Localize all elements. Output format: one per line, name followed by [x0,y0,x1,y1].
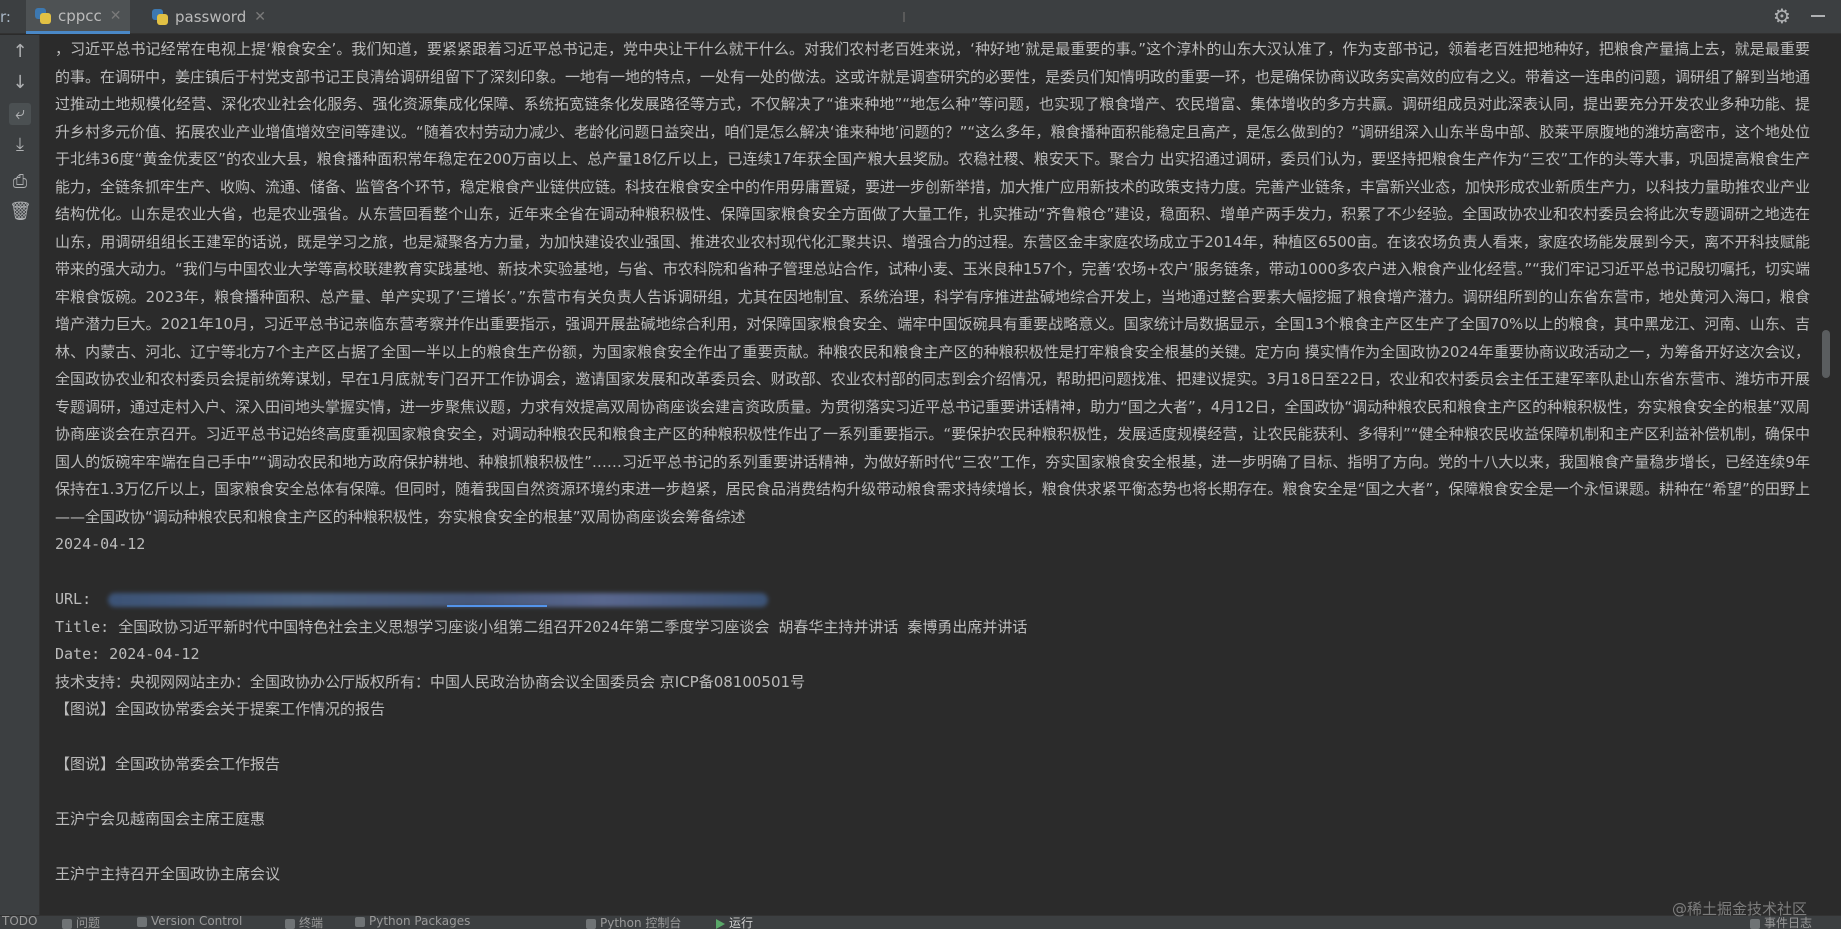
article-text: ，习近平总书记经常在电视上提‘粮食安全’。我们知道，要紧紧跟着习近平总书记走，党… [55,40,1810,526]
article-date: 2024-04-12 [55,535,146,553]
list-item: 【图说】全国政协常委会工作报告 [55,755,281,773]
packages-icon [355,916,365,927]
tab-label: password [175,8,247,26]
gear-icon[interactable]: ⚙ [1773,5,1795,27]
watermark: @稀土掘金技术社区 [1672,900,1808,918]
problems-icon [62,918,72,929]
close-icon[interactable]: ✕ [110,8,122,24]
date-line: Date: 2024-04-12 [55,645,200,663]
run-tab[interactable]: 运行 [716,916,753,929]
list-item: 王沪宁会见越南国会主席王庭惠 [55,810,266,828]
python-file-icon [34,7,52,25]
tab-cppcc[interactable]: cppcc ✕ [26,0,130,34]
run-label: r: [0,8,11,26]
tab-divider [903,12,905,22]
scroll-to-end-icon[interactable]: ⤓ [9,134,31,156]
editor-tab-bar: r: cppcc ✕ password ✕ ⚙ [0,0,1841,34]
console-icon [586,918,596,929]
support-line: 技术支持：央视网网站主办：全国政协办公厅版权所有：中国人民政治协商会议全国委员会… [55,672,806,691]
tool-window-bar: TODO 问题 Version Control 终端 Python Packag… [0,915,1841,929]
terminal-icon [285,918,295,929]
todo-tab[interactable]: TODO [2,916,37,928]
url-link-blurred[interactable] [108,592,769,607]
url-underline [447,605,547,607]
title-line: Title: 全国政协习近平新时代中国特色社会主义思想学习座谈小组第二组召开20… [55,617,1028,636]
tab-label: cppcc [58,6,102,25]
soft-wrap-icon[interactable]: ⤶ [9,103,31,125]
minimize-icon[interactable] [1811,15,1825,17]
console-output: ，习近平总书记经常在电视上提‘粮食安全’。我们知道，要紧紧跟着习近平总书记走，党… [55,36,1810,912]
url-label: URL: [55,590,92,608]
run-icon [716,918,725,929]
problems-tab[interactable]: 问题 [62,916,100,929]
trash-icon[interactable]: 🗑 [9,201,32,223]
version-control-tab[interactable]: Version Control [137,916,242,928]
list-item: 王沪宁主持召开全国政协主席会议 [55,865,281,883]
print-icon[interactable]: ⎙ [9,171,31,193]
branch-icon [137,916,147,927]
terminal-tab[interactable]: 终端 [285,916,323,929]
python-file-icon [151,8,169,26]
arrow-down-icon[interactable]: ↓ [9,72,31,94]
vertical-scrollbar[interactable] [1822,40,1830,900]
close-icon[interactable]: ✕ [254,9,266,25]
list-item: 【图说】全国政协常委会关于提案工作情况的报告 [55,700,386,718]
python-console-tab[interactable]: Python 控制台 [586,916,681,929]
scrollbar-thumb[interactable] [1822,330,1830,378]
event-log-icon [1750,918,1760,929]
run-toolbar: ↑ ↓ ⤶ ⤓ ⎙ 🗑 [0,35,40,915]
arrow-up-icon[interactable]: ↑ [9,41,31,63]
url-line: URL: [55,586,1810,614]
python-packages-tab[interactable]: Python Packages [355,916,470,928]
tab-password[interactable]: password ✕ [143,0,274,34]
